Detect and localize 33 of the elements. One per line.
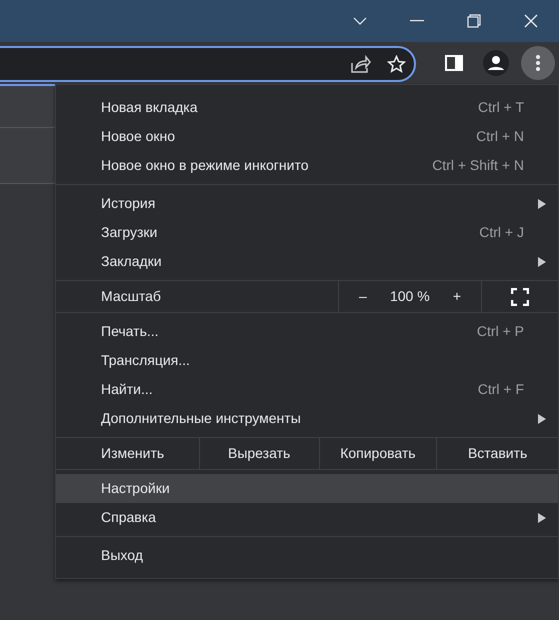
edit-action-button[interactable]: Копировать: [318, 438, 436, 469]
address-bar[interactable]: [0, 46, 416, 82]
menu-item[interactable]: Загрузки Ctrl + J: [56, 218, 558, 247]
menu-item[interactable]: Новая вкладка Ctrl + T: [56, 93, 558, 122]
menu-item[interactable]: Закладки: [56, 247, 558, 276]
shortcut-text: Ctrl + N: [476, 127, 524, 146]
menu-item[interactable]: Найти... Ctrl + F: [56, 375, 558, 404]
shortcut-text: Ctrl + T: [478, 98, 524, 117]
edit-action-button[interactable]: Вставить: [436, 438, 558, 469]
menu-item[interactable]: Печать... Ctrl + P: [56, 317, 558, 346]
menu-item[interactable]: История: [56, 189, 558, 218]
zoom-label: Масштаб: [101, 287, 162, 306]
shortcut-text: Ctrl + F: [478, 380, 524, 399]
more-vertical-icon: [536, 55, 540, 71]
share-icon[interactable]: [351, 55, 371, 73]
menu-button[interactable]: [521, 46, 555, 80]
menu-item[interactable]: Новое окно Ctrl + N: [56, 122, 558, 151]
shortcut-text: Ctrl + P: [476, 322, 524, 341]
menu-item[interactable]: Трансляция...: [56, 346, 558, 375]
menu-item[interactable]: Выход: [56, 541, 558, 570]
star-icon[interactable]: [387, 55, 406, 73]
menu-item[interactable]: Новое окно в режиме инкогнито Ctrl + Shift + N: [56, 151, 558, 180]
zoom-value: 100 %: [390, 287, 430, 306]
menu-item[interactable]: Справка: [56, 503, 558, 532]
zoom-in-button[interactable]: +: [442, 286, 471, 307]
edit-action-button[interactable]: Вырезать: [198, 438, 319, 469]
zoom-out-button[interactable]: –: [349, 286, 377, 307]
shortcut-text: Ctrl + Shift + N: [432, 156, 524, 175]
menu-item[interactable]: Дополнительные инструменты: [56, 404, 558, 433]
fullscreen-icon[interactable]: [511, 288, 529, 306]
menu-item[interactable]: Настройки: [56, 474, 558, 503]
edit-label: Изменить: [101, 444, 166, 463]
shortcut-text: Ctrl + J: [479, 223, 524, 242]
